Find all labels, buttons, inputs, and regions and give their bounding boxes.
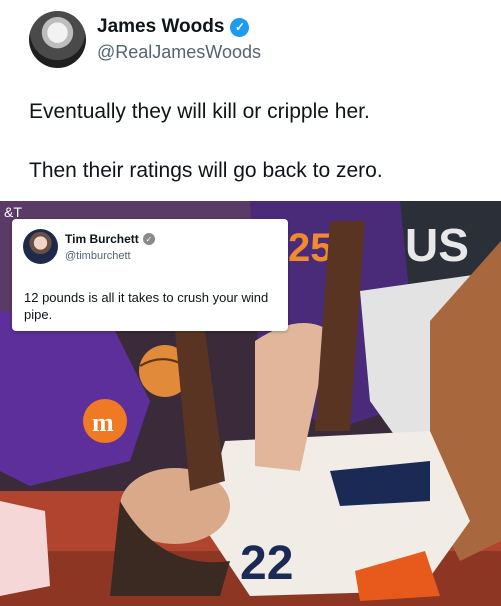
meme-image: James Woods ✓ @RealJamesWoods Eventually…	[0, 0, 501, 606]
quote-author-name-row: Tim Burchett ✓	[65, 232, 155, 246]
tweet-text-line-2: Then their ratings will go back to zero.	[29, 159, 383, 182]
jersey-front-number: 22	[240, 537, 293, 590]
author-name-row: James Woods ✓	[97, 16, 250, 38]
author-name[interactable]: James Woods	[97, 16, 224, 38]
author-handle[interactable]: @RealJamesWoods	[97, 42, 261, 63]
jersey-back-number: 25	[288, 226, 333, 270]
corner-sponsor-text: &T	[4, 204, 22, 220]
quote-tweet-text: 12 pounds is all it takes to crush your …	[24, 290, 269, 322]
quote-author-avatar[interactable]	[23, 229, 58, 264]
verified-badge-icon: ✓	[230, 17, 250, 37]
tweet-text-line-1: Eventually they will kill or cripple her…	[29, 100, 370, 123]
quote-tweet-card[interactable]: Tim Burchett ✓ @timburchett 12 pounds is…	[12, 219, 288, 331]
author-avatar[interactable]	[29, 11, 86, 68]
quote-author-handle[interactable]: @timburchett	[65, 250, 131, 262]
quote-verified-badge-icon: ✓	[142, 233, 155, 245]
quote-author-name[interactable]: Tim Burchett	[65, 232, 139, 246]
tweet-card: James Woods ✓ @RealJamesWoods Eventually…	[0, 0, 501, 201]
svg-text:m: m	[92, 408, 114, 437]
arena-banner-text: US	[405, 219, 469, 271]
